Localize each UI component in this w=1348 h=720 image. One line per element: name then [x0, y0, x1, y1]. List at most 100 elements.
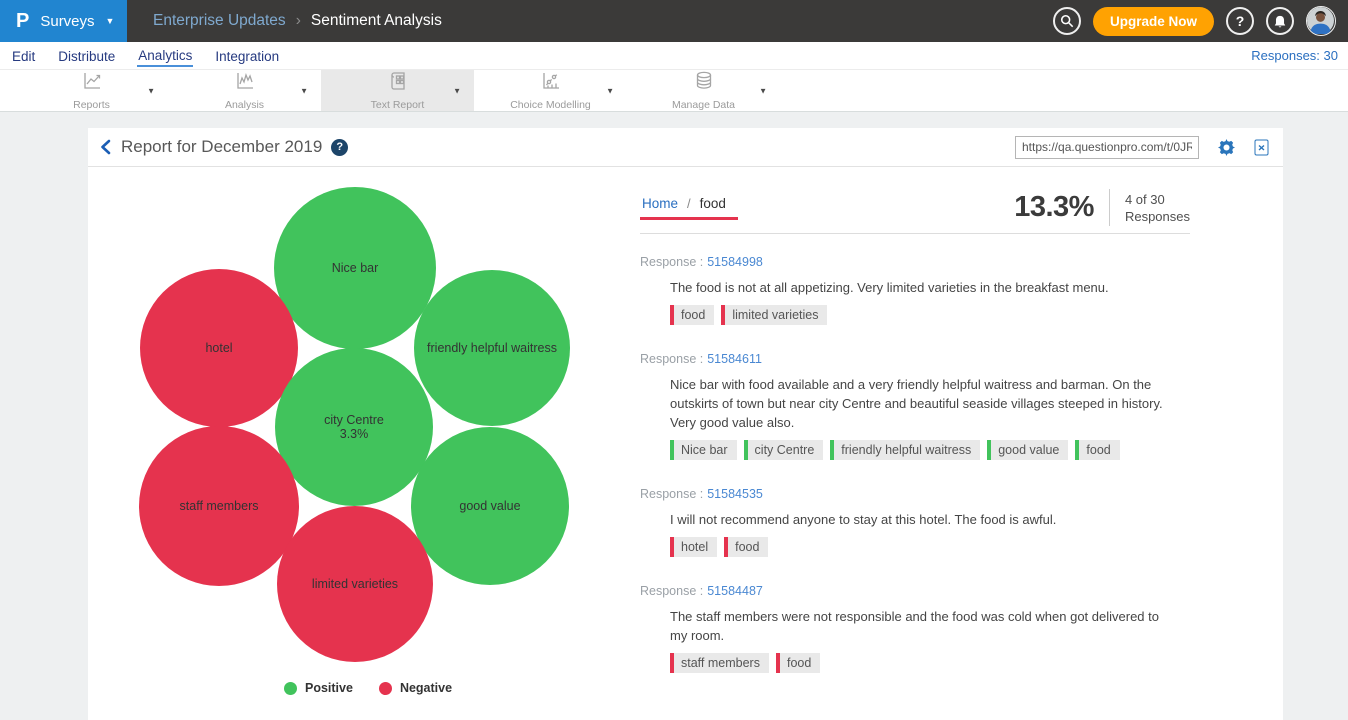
trend-chart-icon — [234, 70, 256, 97]
bubble-label: city Centre — [324, 413, 384, 427]
response-prefix: Response : — [640, 352, 703, 366]
bubble-label: good value — [459, 499, 520, 513]
export-excel-button[interactable] — [1254, 139, 1269, 156]
breadcrumb: Enterprise Updates › Sentiment Analysis — [153, 12, 442, 30]
survey-menu: Edit Distribute Analytics Integration Respo… — [0, 42, 1348, 70]
responses-count: Responses: 30 — [1251, 48, 1338, 63]
chevron-down-icon[interactable]: ▼ — [606, 86, 614, 95]
user-avatar[interactable] — [1306, 6, 1336, 36]
sentiment-tag-food: food — [670, 305, 714, 325]
divider — [1109, 189, 1110, 226]
bubble-value: 3.3% — [340, 427, 369, 441]
report-card: Report for December 2019 ? Nice barhotel… — [88, 128, 1283, 720]
response-header: Response : 51584535 — [640, 487, 1190, 501]
response-count: 4 of 30 Responses — [1125, 191, 1190, 225]
chevron-down-icon[interactable]: ▼ — [759, 86, 767, 95]
sentiment-tag-limited-varieties: limited varieties — [721, 305, 827, 325]
detail-header: Home / food 13.3% 4 of 30 Responses — [640, 189, 1190, 226]
topbar-actions: Upgrade Now ? — [1053, 6, 1348, 36]
sentiment-tag-good-value: good value — [987, 440, 1068, 460]
response-prefix: Response : — [640, 487, 703, 501]
product-name: Surveys — [40, 13, 94, 30]
bubble-friendly-helpful-waitress[interactable]: friendly helpful waitress — [414, 270, 570, 426]
upgrade-now-button[interactable]: Upgrade Now — [1093, 7, 1214, 36]
percent-value: 13.3% — [1014, 191, 1094, 224]
search-button[interactable] — [1053, 7, 1081, 35]
toolbar-item-label: Manage Data — [672, 99, 735, 111]
legend-dot-negative — [379, 682, 392, 695]
excel-export-icon — [1254, 139, 1269, 156]
share-url-input[interactable] — [1015, 136, 1199, 159]
page-title: Report for December 2019 — [121, 137, 322, 157]
sentiment-tag-food: food — [776, 653, 820, 673]
bubble-limited-varieties[interactable]: limited varieties — [277, 506, 433, 662]
sentiment-tag-staff-members: staff members — [670, 653, 769, 673]
settings-button[interactable] — [1218, 139, 1235, 156]
response-text: Nice bar with food available and a very … — [670, 375, 1174, 432]
questionpro-logo: P — [16, 10, 29, 33]
report-header-actions — [1015, 136, 1269, 159]
notifications-button[interactable] — [1266, 7, 1294, 35]
response-header: Response : 51584611 — [640, 352, 1190, 366]
breadcrumb-survey-name[interactable]: Enterprise Updates — [153, 12, 286, 30]
toolbar-item-analysis[interactable]: Analysis▼ — [168, 70, 321, 111]
legend-dot-positive — [284, 682, 297, 695]
avatar-photo — [1307, 7, 1334, 34]
chevron-down-icon[interactable]: ▼ — [300, 86, 308, 95]
toolbar-item-choice-modelling[interactable]: Choice Modelling ▼ — [474, 70, 627, 111]
report-help-button[interactable]: ? — [331, 139, 348, 156]
response-id-link[interactable]: 51584535 — [707, 487, 763, 501]
response-text: I will not recommend anyone to stay at t… — [670, 510, 1174, 529]
detail-panel: Home / food 13.3% 4 of 30 Responses Re — [640, 167, 1283, 720]
legend-label: Negative — [400, 681, 452, 695]
sentiment-tag-nice-bar: Nice bar — [670, 440, 737, 460]
toolbar-item-reports[interactable]: Reports ▼ — [15, 70, 168, 111]
bubble-city-centre[interactable]: city Centre3.3% — [275, 348, 433, 506]
question-mark-icon: ? — [1236, 13, 1245, 29]
bubble-hotel[interactable]: hotel — [140, 269, 298, 427]
toolbar-item-label: Choice Modelling — [510, 99, 591, 111]
response-header: Response :51584487 — [640, 584, 1190, 598]
chevron-down-icon[interactable]: ▼ — [147, 86, 155, 95]
sentiment-tag-city-centre: city Centre — [744, 440, 824, 460]
response-tags: hotelfood — [670, 537, 1190, 557]
menu-tab-distribute[interactable]: Distribute — [57, 46, 116, 66]
topbar: P Surveys ▼ Enterprise Updates › Sentime… — [0, 0, 1348, 42]
sentiment-tag-friendly-helpful-waitress: friendly helpful waitress — [830, 440, 980, 460]
response-item: Response : 51584535 I will not recommend a… — [640, 487, 1190, 557]
response-tags: staff members food — [670, 653, 1190, 673]
legend-item-negative: Negative — [379, 681, 452, 695]
toolbar-item-text-report[interactable]: Text Report▼ — [321, 70, 474, 111]
bubble-good-value[interactable]: good value — [411, 427, 569, 585]
breadcrumb-current-page: Sentiment Analysis — [311, 12, 442, 30]
menu-tab-integration[interactable]: Integration — [214, 46, 280, 66]
count-line-1: 4 of 30 — [1125, 191, 1190, 208]
bubble-label: friendly helpful waitress — [427, 341, 557, 355]
chevron-down-icon: ▼ — [106, 16, 115, 26]
response-id-link[interactable]: 51584998 — [707, 255, 763, 269]
scatter-chart-icon — [540, 70, 562, 97]
toolbar-item-manage-data[interactable]: Manage Data ▼ — [627, 70, 780, 111]
database-icon — [693, 70, 715, 97]
back-button[interactable] — [100, 139, 111, 155]
line-chart-icon — [81, 70, 103, 97]
breadcrumb-separator: / — [687, 196, 691, 211]
menu-tab-edit[interactable]: Edit — [11, 46, 36, 66]
toolbar-item-label: Reports — [73, 99, 110, 111]
response-id-link[interactable]: 51584487 — [707, 584, 763, 598]
breadcrumb-separator: › — [296, 12, 301, 30]
help-button[interactable]: ? — [1226, 7, 1254, 35]
sentiment-bubble-chart: Nice barhotelfriendly helpful waitressci… — [88, 167, 640, 720]
menu-tab-analytics[interactable]: Analytics — [137, 45, 193, 67]
breadcrumb-home-link[interactable]: Home — [642, 196, 678, 211]
response-item: Response : 51584611 Nice bar with food ava… — [640, 352, 1190, 460]
response-tags: Nice bar city Centre friendly helpful wait… — [670, 440, 1190, 460]
response-id-link[interactable]: 51584611 — [707, 352, 762, 366]
chevron-left-icon — [100, 139, 111, 155]
count-line-2: Responses — [1125, 208, 1190, 225]
surveys-product-switcher[interactable]: P Surveys ▼ — [0, 0, 127, 42]
chevron-down-icon[interactable]: ▼ — [453, 86, 461, 95]
bubble-staff-members[interactable]: staff members — [139, 426, 299, 586]
bubble-nice-bar[interactable]: Nice bar — [274, 187, 436, 349]
legend-item-positive: Positive — [284, 681, 353, 695]
